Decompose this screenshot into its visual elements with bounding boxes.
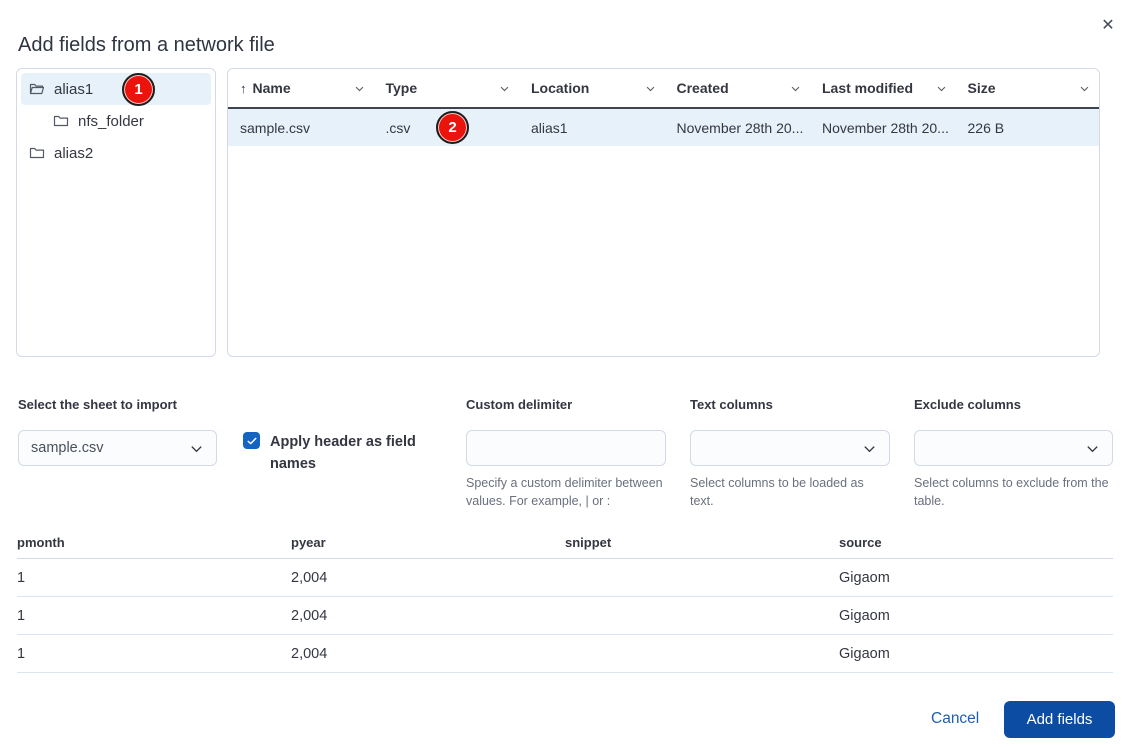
chevron-down-icon[interactable]: [936, 83, 947, 94]
apply-header-group: Apply header as field names: [243, 431, 435, 476]
column-header-created[interactable]: Created: [665, 80, 811, 96]
chevron-down-icon[interactable]: [499, 83, 510, 94]
preview-row: 1 2,004 Gigaom: [17, 597, 1113, 635]
preview-cell: 1: [17, 645, 26, 662]
preview-cell: 1: [17, 569, 26, 586]
annotation-badge-2: 2: [436, 111, 469, 144]
cell-last-modified: November 28th 20...: [822, 119, 949, 136]
cell-name: sample.csv: [240, 119, 311, 136]
exclude-columns-group: Exclude columns Select columns to exclud…: [914, 397, 1113, 510]
preview-cell: Gigaom: [839, 607, 890, 624]
apply-header-checkbox[interactable]: [243, 432, 260, 449]
tree-item-label: alias1: [54, 80, 94, 98]
chevron-down-icon: [862, 441, 877, 456]
custom-delimiter-help: Specify a custom delimiter between value…: [466, 476, 663, 509]
text-columns-help: Select columns to be loaded as text.: [690, 476, 864, 509]
add-fields-button[interactable]: Add fields: [1004, 701, 1115, 738]
annotation-badge-1: 1: [122, 73, 155, 106]
column-header-name[interactable]: ↑ Name: [228, 80, 374, 96]
text-columns-label: Text columns: [690, 397, 773, 412]
chevron-down-icon: [189, 441, 204, 456]
exclude-columns-select[interactable]: [914, 430, 1113, 466]
chevron-down-icon[interactable]: [645, 83, 656, 94]
preview-table-header: pmonth pyear snippet source: [17, 527, 1113, 559]
preview-cell: 1: [17, 607, 26, 624]
folder-icon: [29, 145, 45, 161]
preview-cell: Gigaom: [839, 645, 890, 662]
tree-item-alias1[interactable]: alias1: [21, 73, 211, 105]
sort-ascending-icon: ↑: [240, 80, 247, 96]
exclude-columns-label: Exclude columns: [914, 397, 1021, 412]
preview-row: 1 2,004 Gigaom: [17, 559, 1113, 597]
sheet-select-group: Select the sheet to import sample.csv: [18, 397, 217, 466]
file-table: ↑ Name Type Location Created Last modifi…: [227, 68, 1100, 357]
chevron-down-icon[interactable]: [1079, 83, 1090, 94]
preview-column-source: source: [839, 535, 882, 550]
column-header-location[interactable]: Location: [519, 80, 665, 96]
chevron-down-icon[interactable]: [354, 83, 365, 94]
folder-open-icon: [29, 81, 45, 97]
column-header-type[interactable]: Type: [374, 80, 520, 96]
custom-delimiter-input[interactable]: [466, 430, 666, 466]
preview-column-pmonth: pmonth: [17, 535, 65, 550]
tree-item-label: alias2: [54, 144, 94, 162]
cell-created: November 28th 20...: [676, 119, 804, 136]
cancel-button[interactable]: Cancel: [925, 708, 985, 730]
custom-delimiter-label: Custom delimiter: [466, 397, 573, 412]
sheet-select-label: Select the sheet to import: [18, 397, 177, 412]
preview-cell: Gigaom: [839, 569, 890, 586]
tree-item-label: nfs_folder: [78, 112, 144, 130]
tree-item-nfs-folder[interactable]: nfs_folder: [21, 105, 211, 137]
preview-cell: 2,004: [291, 569, 328, 586]
preview-cell: 2,004: [291, 645, 328, 662]
file-row-sample-csv[interactable]: sample.csv .csv alias1 November 28th 20.…: [228, 109, 1099, 146]
preview-cell: 2,004: [291, 607, 328, 624]
chevron-down-icon[interactable]: [790, 83, 801, 94]
text-columns-group: Text columns Select columns to be loaded…: [690, 397, 890, 510]
dialog-title: Add fields from a network file: [18, 34, 275, 57]
cell-location: alias1: [531, 119, 568, 136]
preview-row: 1 2,004 Gigaom: [17, 635, 1113, 673]
file-table-header: ↑ Name Type Location Created Last modifi…: [228, 69, 1099, 109]
custom-delimiter-group: Custom delimiter Specify a custom delimi…: [466, 397, 666, 510]
chevron-down-icon: [1085, 441, 1100, 456]
apply-header-label[interactable]: Apply header as field names: [270, 431, 435, 476]
preview-table: pmonth pyear snippet source 1 2,004 Giga…: [17, 527, 1113, 673]
column-header-last-modified[interactable]: Last modified: [810, 80, 956, 96]
sheet-select[interactable]: sample.csv: [18, 430, 217, 466]
cell-size: 226 B: [967, 119, 1005, 136]
column-header-size[interactable]: Size: [956, 80, 1100, 96]
preview-column-pyear: pyear: [291, 535, 326, 550]
exclude-columns-help: Select columns to exclude from the table…: [914, 476, 1109, 509]
preview-column-snippet: snippet: [565, 535, 612, 550]
folder-tree: alias1 nfs_folder alias2: [16, 68, 216, 357]
sheet-select-value: sample.csv: [31, 440, 104, 456]
close-icon[interactable]: ✕: [1094, 12, 1122, 40]
text-columns-select[interactable]: [690, 430, 890, 466]
folder-icon: [53, 113, 69, 129]
tree-item-alias2[interactable]: alias2: [21, 137, 211, 169]
